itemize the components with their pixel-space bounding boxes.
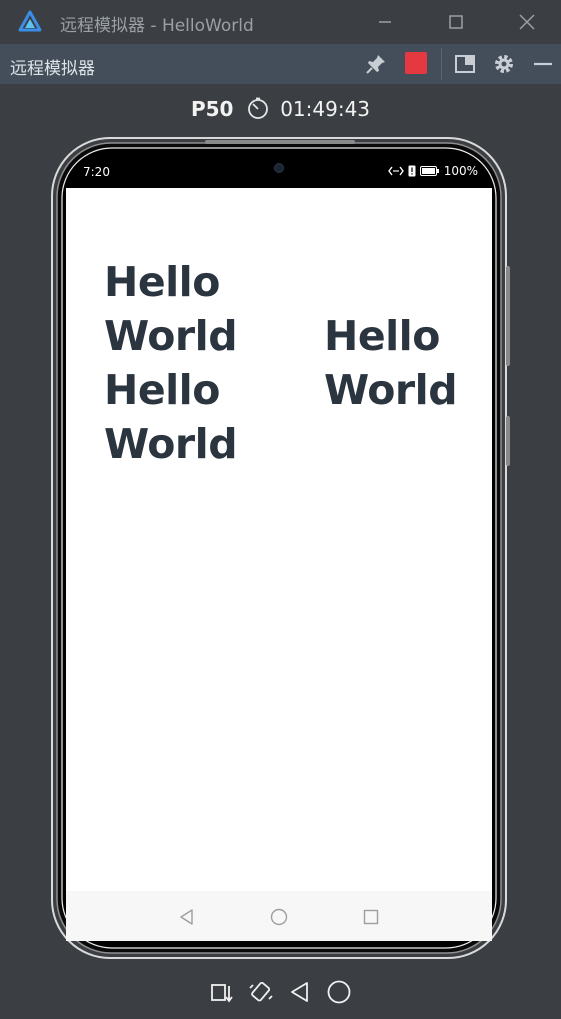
stopwatch-icon: [247, 97, 268, 119]
hello-text-2: Hello World: [104, 366, 238, 468]
recents-icon[interactable]: [361, 907, 381, 927]
window-titlebar: 远程模拟器 - HelloWorld: [0, 0, 561, 44]
front-camera: [274, 163, 284, 173]
close-icon[interactable]: [513, 8, 541, 36]
collapse-icon[interactable]: [531, 52, 555, 76]
shake-icon[interactable]: [247, 978, 275, 1006]
home-icon[interactable]: [269, 907, 289, 927]
record-icon[interactable]: [405, 52, 427, 74]
sidebar-toggle-icon[interactable]: [453, 52, 477, 76]
toolbar-title: 远程模拟器: [10, 59, 95, 79]
battery-icon: [419, 166, 439, 176]
back-icon[interactable]: [177, 907, 197, 927]
device-model: P50: [190, 97, 234, 121]
window-title: 远程模拟器 - HelloWorld: [60, 16, 254, 36]
elapsed-time: 01:49:43: [280, 97, 371, 121]
status-icons: 100%: [387, 164, 478, 178]
navigation-bar: [66, 891, 492, 941]
pin-icon[interactable]: [364, 52, 388, 76]
device-info: P50 01:49:43: [0, 96, 561, 126]
device-back-icon[interactable]: [286, 978, 314, 1006]
hello-text-1: Hello World: [104, 258, 238, 360]
minimize-icon[interactable]: [371, 8, 399, 36]
alert-icon: [408, 165, 416, 177]
gear-icon[interactable]: [492, 52, 516, 76]
hello-text-3: Hello World: [324, 312, 458, 414]
maximize-icon[interactable]: [442, 8, 470, 36]
app-logo-icon: [18, 10, 42, 32]
battery-level: 100%: [443, 164, 478, 178]
rotate-icon[interactable]: [208, 978, 236, 1006]
device-home-icon[interactable]: [325, 978, 353, 1006]
emulator-toolbar: 远程模拟器: [0, 44, 561, 84]
emulator-bottom-tools: [0, 978, 561, 1010]
data-transfer-icon: [387, 166, 404, 176]
status-time: 7:20: [83, 165, 110, 179]
toolbar-divider: [441, 48, 442, 80]
